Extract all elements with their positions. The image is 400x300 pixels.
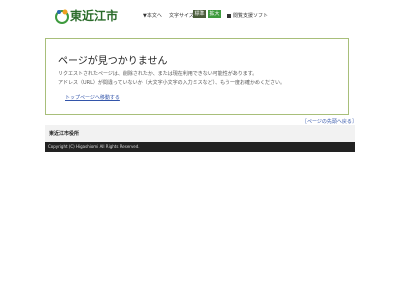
font-large-button[interactable]: 拡大 — [208, 10, 221, 18]
font-size-label: 文字サイズ — [169, 13, 194, 19]
error-message-2: アドレス（URL）が間違っていないか（大文字小文字の入力ミスなど）、もう一度お確… — [58, 80, 286, 86]
footer: 東近江市役所 — [45, 125, 355, 142]
page-top-link[interactable]: ［ページの先頭へ戻る］ — [302, 118, 357, 125]
top-page-link[interactable]: トップページへ移動する — [65, 94, 120, 101]
page-title: ページが見つかりません — [58, 56, 168, 67]
speaker-icon — [227, 13, 231, 18]
site-header: 東近江市 ▼本文へ 文字サイズ 標準 拡大 閲覧支援ソフト — [0, 0, 400, 30]
reading-support-link[interactable]: 閲覧支援ソフト — [227, 12, 268, 19]
copyright-text: Copyright (C) Higashiomi All Rights Rese… — [48, 144, 140, 149]
logo-text: 東近江市 — [70, 9, 119, 23]
reading-support-label: 閲覧支援ソフト — [233, 13, 269, 19]
skip-to-content-link[interactable]: ▼本文へ — [143, 12, 162, 19]
error-message-1: リクエストされたページは、削除されたか、または現在利用できない可能性があります。 — [58, 71, 258, 77]
copyright-bar: Copyright (C) Higashiomi All Rights Rese… — [45, 142, 355, 152]
org-name: 東近江市役所 — [49, 131, 80, 137]
logo-mark-icon — [55, 9, 69, 24]
error-box: ページが見つかりません リクエストされたページは、削除されたか、または現在利用で… — [45, 38, 349, 115]
font-standard-button[interactable]: 標準 — [193, 10, 206, 18]
